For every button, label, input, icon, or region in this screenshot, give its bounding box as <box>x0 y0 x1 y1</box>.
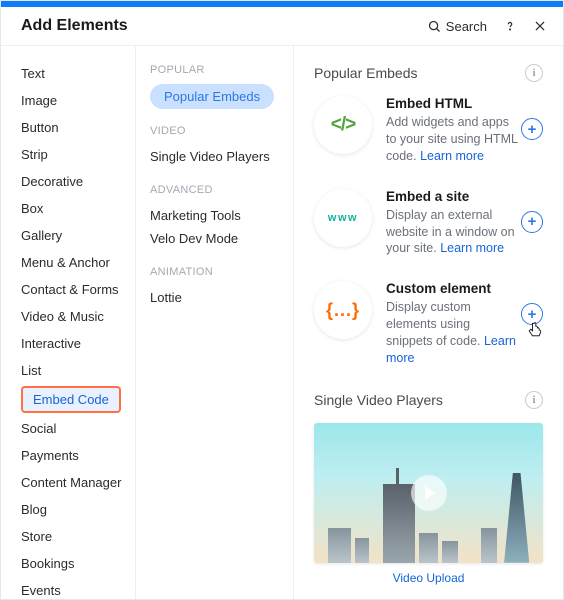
close-icon <box>533 19 547 33</box>
sidebar-item-video-music[interactable]: Video & Music <box>21 303 135 330</box>
sidebar-item-strip[interactable]: Strip <box>21 141 135 168</box>
search-label: Search <box>446 19 487 34</box>
sidebar-item-menu-anchor[interactable]: Menu & Anchor <box>21 249 135 276</box>
close-button[interactable] <box>533 19 547 33</box>
sidebar-item-store[interactable]: Store <box>21 523 135 550</box>
embed-option-html[interactable]: </> Embed HTML Add widgets and apps to you… <box>314 96 543 165</box>
section-title-video: Single Video Players <box>314 392 443 408</box>
sidebar-item-contact-forms[interactable]: Contact & Forms <box>21 276 135 303</box>
subcategory-menu: POPULAR Popular Embeds VIDEO Single Video P… <box>136 46 294 599</box>
add-element-button[interactable]: + <box>521 211 543 233</box>
panel-header: Add Elements Search <box>1 7 563 46</box>
submenu-item-marketing-tools[interactable]: Marketing Tools <box>150 204 279 227</box>
info-button[interactable]: i <box>525 391 543 409</box>
sidebar-item-interactive[interactable]: Interactive <box>21 330 135 357</box>
add-elements-panel: Add Elements Search TextImageButtonStrip… <box>0 0 564 600</box>
learn-more-link[interactable]: Learn more <box>420 149 484 163</box>
sidebar-item-social[interactable]: Social <box>21 415 135 442</box>
sidebar-item-list[interactable]: List <box>21 357 135 384</box>
submenu-group-label: POPULAR <box>150 64 279 76</box>
submenu-group-label: ANIMATION <box>150 266 279 278</box>
embed-title: Embed a site <box>386 189 519 204</box>
embed-title: Embed HTML <box>386 96 519 111</box>
submenu-item-single-video-players[interactable]: Single Video Players <box>150 145 279 168</box>
sidebar-item-embed-code[interactable]: Embed Code <box>21 386 121 413</box>
add-element-button[interactable]: + <box>521 118 543 140</box>
help-icon <box>503 19 517 33</box>
panel-title: Add Elements <box>21 17 128 35</box>
sidebar-item-bookings[interactable]: Bookings <box>21 550 135 577</box>
sidebar-item-payments[interactable]: Payments <box>21 442 135 469</box>
sidebar-item-gallery[interactable]: Gallery <box>21 222 135 249</box>
play-icon <box>411 475 447 511</box>
sidebar-item-button[interactable]: Button <box>21 114 135 141</box>
sidebar-item-image[interactable]: Image <box>21 87 135 114</box>
search-button[interactable]: Search <box>427 19 487 34</box>
embed-description: Display custom elements using snippets o… <box>386 299 519 367</box>
embed-option-www[interactable]: www Embed a site Display an external websi… <box>314 189 543 258</box>
sidebar-item-text[interactable]: Text <box>21 60 135 87</box>
sidebar-item-box[interactable]: Box <box>21 195 135 222</box>
embed-description: Add widgets and apps to your site using … <box>386 114 519 165</box>
sidebar-item-events[interactable]: Events <box>21 577 135 599</box>
submenu-group-label: VIDEO <box>150 125 279 137</box>
video-upload-thumbnail[interactable] <box>314 423 543 563</box>
submenu-item-lottie[interactable]: Lottie <box>150 286 279 309</box>
html-icon: </> <box>314 96 372 154</box>
submenu-group-label: ADVANCED <box>150 184 279 196</box>
category-sidebar: TextImageButtonStripDecorativeBoxGallery… <box>1 46 136 599</box>
embed-option-curly[interactable]: {...} Custom element Display custom elemen… <box>314 281 543 367</box>
video-upload-caption[interactable]: Video Upload <box>314 571 543 585</box>
embed-title: Custom element <box>386 281 519 296</box>
www-icon: www <box>314 189 372 247</box>
sidebar-item-content-manager[interactable]: Content Manager <box>21 469 135 496</box>
sidebar-item-decorative[interactable]: Decorative <box>21 168 135 195</box>
search-icon <box>427 19 442 34</box>
info-button[interactable]: i <box>525 64 543 82</box>
learn-more-link[interactable]: Learn more <box>386 334 516 365</box>
submenu-item-velo-dev-mode[interactable]: Velo Dev Mode <box>150 227 279 250</box>
curly-icon: {...} <box>314 281 372 339</box>
submenu-item-popular-embeds[interactable]: Popular Embeds <box>150 84 274 109</box>
content-pane: Popular Embeds i </> Embed HTML Add widget… <box>294 46 563 599</box>
embed-description: Display an external website in a window … <box>386 207 519 258</box>
section-title-popular: Popular Embeds <box>314 65 418 81</box>
learn-more-link[interactable]: Learn more <box>440 241 504 255</box>
sidebar-item-blog[interactable]: Blog <box>21 496 135 523</box>
help-button[interactable] <box>503 19 517 33</box>
